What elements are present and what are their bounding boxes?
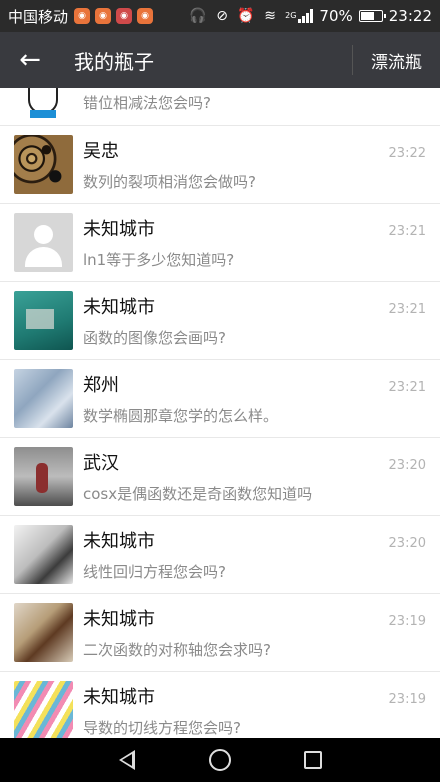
sender-name: 武汉 [83, 453, 119, 474]
mute-icon: ⊘ [216, 8, 228, 24]
conversation-item[interactable]: 武汉 23:20 cosx是偶函数还是奇函数您知道吗 [0, 438, 440, 516]
system-navigation-bar [0, 738, 440, 782]
notification-app-icon: ◉ [137, 8, 154, 24]
conversation-item[interactable]: 错位相减法您会吗? [0, 88, 440, 126]
clock: 23:22 [388, 7, 432, 25]
message-preview: cosx是偶函数还是奇函数您知道吗 [83, 485, 313, 503]
message-preview: 错位相减法您会吗? [83, 94, 211, 112]
avatar [14, 369, 73, 428]
wifi-icon: ≋ [264, 8, 276, 24]
header-divider [352, 45, 353, 75]
avatar [14, 291, 73, 350]
alarm-icon: ⏰ [237, 8, 255, 24]
battery-percent: 70% [319, 7, 353, 25]
back-triangle-icon [118, 750, 135, 770]
sender-name: 未知城市 [83, 687, 155, 708]
message-preview: ln1等于多少您知道吗? [83, 251, 235, 269]
message-time: 23:22 [388, 146, 426, 161]
message-time: 23:21 [388, 224, 426, 239]
nav-home-button[interactable] [200, 740, 240, 780]
battery-icon [358, 10, 386, 22]
message-time: 23:21 [388, 302, 426, 317]
network-type: 2G [285, 11, 297, 20]
notification-app-icon: ◉ [95, 8, 112, 24]
message-preview: 函数的图像您会画吗? [83, 329, 226, 347]
message-preview: 数学椭圆那章您学的怎么样。 [83, 407, 279, 425]
message-preview: 数列的裂项相消您会做吗? [83, 173, 256, 191]
recents-square-icon [304, 751, 323, 769]
conversation-item[interactable]: 吴忠 23:22 数列的裂项相消您会做吗? [0, 126, 440, 204]
conversation-item[interactable]: 未知城市 23:20 线性回归方程您会吗? [0, 516, 440, 594]
sender-name: 未知城市 [83, 219, 155, 240]
page-title: 我的瓶子 [74, 49, 154, 74]
avatar [14, 681, 73, 738]
avatar [14, 525, 73, 584]
conversation-item[interactable]: 郑州 23:21 数学椭圆那章您学的怎么样。 [0, 360, 440, 438]
default-avatar-icon [14, 213, 73, 272]
message-time: 23:20 [388, 458, 426, 473]
avatar [14, 447, 73, 506]
home-circle-icon [208, 749, 231, 771]
sender-name: 吴忠 [83, 141, 119, 162]
conversation-item[interactable]: 未知城市 23:19 导数的切线方程您会吗? [0, 672, 440, 738]
message-time: 23:21 [388, 380, 426, 395]
avatar [14, 88, 73, 118]
nav-back-button[interactable] [107, 740, 147, 780]
notification-app-icon: ◉ [116, 8, 133, 24]
carrier-label: 中国移动 [8, 7, 69, 26]
message-time: 23:19 [388, 614, 426, 629]
drift-bottle-button[interactable]: 漂流瓶 [371, 48, 440, 73]
battery-fill [360, 12, 375, 20]
sender-name: 未知城市 [83, 531, 155, 552]
sender-name: 未知城市 [83, 609, 155, 630]
back-button[interactable]: ← [0, 32, 60, 88]
message-time: 23:20 [388, 536, 426, 551]
conversation-list[interactable]: 错位相减法您会吗? 吴忠 23:22 数列的裂项相消您会做吗? 未知城市 23:21… [0, 88, 440, 738]
message-preview: 导数的切线方程您会吗? [83, 719, 241, 737]
conversation-item[interactable]: 未知城市 23:21 函数的图像您会画吗? [0, 282, 440, 360]
message-preview: 线性回归方程您会吗? [83, 563, 226, 581]
avatar [14, 603, 73, 662]
top-app-bar: ← 我的瓶子 漂流瓶 [0, 32, 440, 88]
message-time: 23:19 [388, 692, 426, 707]
nav-recents-button[interactable] [293, 740, 333, 780]
conversation-item[interactable]: 未知城市 23:19 二次函数的对称轴您会求吗? [0, 594, 440, 672]
avatar [14, 135, 73, 194]
notification-app-icon: ◉ [74, 8, 91, 24]
headset-icon: 🎧 [189, 8, 207, 24]
sender-name: 未知城市 [83, 297, 155, 318]
arrow-left-icon: ← [19, 45, 41, 75]
status-bar: 中国移动 ◉ ◉ ◉ ◉ 🎧 ⊘ ⏰ ≋ 2G 70% 23:22 [0, 0, 440, 32]
sender-name: 郑州 [83, 375, 119, 396]
conversation-item[interactable]: 未知城市 23:21 ln1等于多少您知道吗? [0, 204, 440, 282]
message-preview: 二次函数的对称轴您会求吗? [83, 641, 271, 659]
signal-icon [298, 9, 314, 23]
